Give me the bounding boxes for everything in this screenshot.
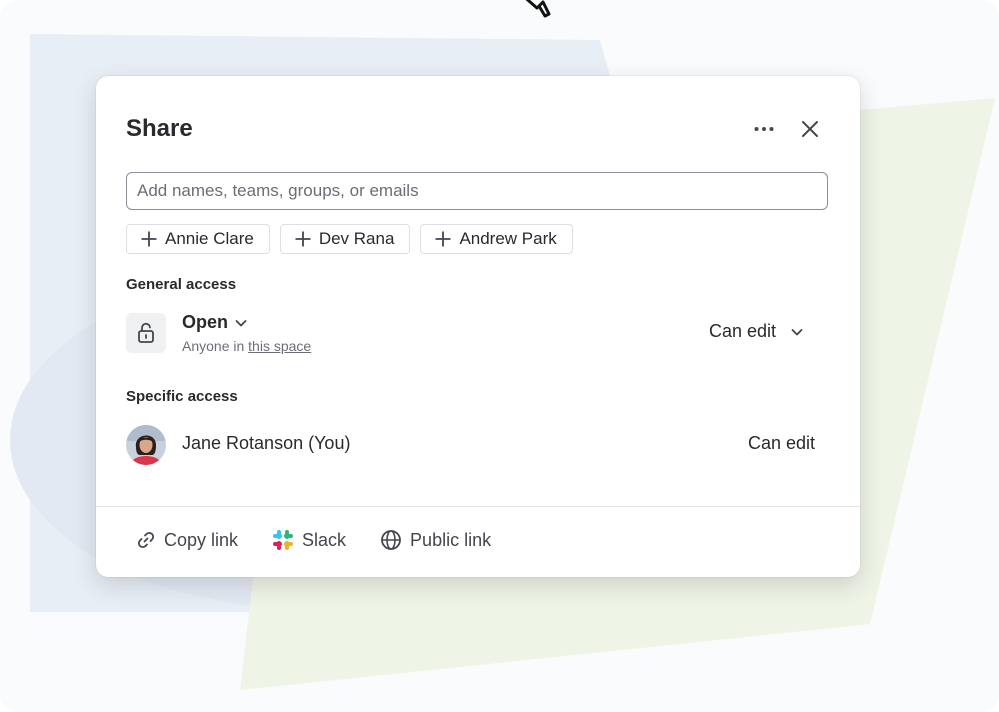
plus-icon (295, 231, 311, 247)
people-search-input[interactable] (126, 172, 828, 210)
chip-label: Annie Clare (165, 229, 254, 248)
general-access-icon-box (126, 313, 166, 353)
suggested-people: Annie Clare Dev Rana Andrew Park (126, 224, 573, 254)
share-dialog: Share Annie Clare (96, 76, 860, 577)
slack-button[interactable]: Slack (272, 529, 346, 551)
close-button[interactable] (794, 113, 826, 145)
more-horizontal-icon (754, 127, 774, 131)
user-avatar-icon (126, 425, 166, 465)
suggestion-chip-dev-rana[interactable]: Dev Rana (279, 224, 411, 254)
permission-label: Can edit (709, 321, 777, 341)
slack-icon (273, 530, 294, 550)
globe-icon (381, 530, 401, 550)
suggestion-chip-andrew-park[interactable]: Andrew Park (420, 224, 573, 254)
this-space-link[interactable]: this space (248, 338, 311, 354)
general-access-permission-dropdown[interactable]: Can edit (709, 321, 804, 342)
copy-link-label: Copy link (164, 529, 239, 550)
footer-divider (96, 506, 860, 507)
public-link-label: Public link (410, 529, 492, 550)
dialog-title: Share (126, 115, 193, 142)
chevron-down-icon (235, 319, 247, 326)
user-name: Jane Rotanson (You) (182, 433, 351, 453)
copy-link-button[interactable]: Copy link (136, 530, 238, 551)
general-access-mode: Open (182, 312, 229, 332)
chevron-down-icon (791, 328, 803, 335)
close-icon (802, 121, 818, 137)
description-prefix: Anyone in (182, 338, 245, 354)
plus-icon (141, 231, 157, 247)
suggestion-chip-annie-clare[interactable]: Annie Clare (126, 224, 270, 254)
more-options-button[interactable] (748, 113, 780, 145)
general-access-mode-dropdown[interactable]: Open (182, 312, 248, 333)
mouse-cursor-icon (525, 0, 551, 18)
screen-background: Share Annie Clare (0, 0, 999, 712)
specific-access-heading: Specific access (126, 388, 238, 405)
general-access-heading: General access (126, 276, 237, 293)
chip-label: Andrew Park (459, 229, 557, 248)
slack-label: Slack (302, 529, 347, 550)
dialog-footer: Copy link Slack Public link (136, 529, 491, 551)
user-permission: Can edit (748, 433, 816, 453)
avatar (126, 425, 166, 465)
plus-icon (435, 231, 451, 247)
public-link-button[interactable]: Public link (380, 529, 491, 551)
general-access-description: Anyone in this space (182, 338, 311, 354)
unlock-icon (138, 322, 154, 343)
link-icon (137, 531, 155, 549)
chip-label: Dev Rana (318, 229, 395, 248)
